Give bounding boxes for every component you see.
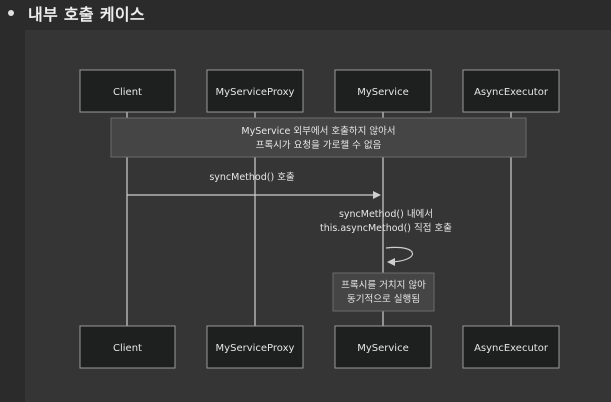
participant-box-myserviceproxy-top[interactable]: MyServiceProxy [206, 69, 304, 113]
note-bottom-line-2: 동기적으로 실행됨 [347, 293, 420, 305]
participant-box-myservice-bottom[interactable]: MyService [334, 325, 432, 369]
message-self-call-label-line-1: syncMethod() 내에서 [339, 209, 433, 220]
participant-label: MyService [357, 343, 409, 354]
participant-box-asyncexecutor-bottom[interactable]: AsyncExecutor [462, 325, 560, 369]
participant-box-client-bottom[interactable]: Client [79, 325, 176, 369]
participant-box-myservice-top[interactable]: MyService [334, 69, 432, 113]
note-bottom-line-1: 프록시를 거치지 않아 [341, 279, 426, 291]
participant-label: Client [113, 87, 142, 98]
participant-label: MyServiceProxy [216, 343, 295, 354]
note-bottom: 프록시를 거치지 않아 동기적으로 실행됨 [332, 272, 435, 312]
participant-label: AsyncExecutor [474, 87, 549, 98]
message-sync-call-label: syncMethod() 호출 [209, 172, 295, 183]
participant-label: AsyncExecutor [474, 343, 549, 354]
sequence-diagram: Client MyServiceProxy MyService AsyncExe… [79, 69, 560, 369]
participant-label: MyServiceProxy [216, 87, 295, 98]
note-top: MyService 외부에서 호출하지 않아서 프록시가 요청을 가로챌 수 없… [110, 117, 527, 158]
participant-box-asyncexecutor-top[interactable]: AsyncExecutor [462, 69, 560, 113]
participant-label: MyService [357, 87, 409, 98]
participant-box-myserviceproxy-bottom[interactable]: MyServiceProxy [206, 325, 304, 369]
note-top-line-1: MyService 외부에서 호출하지 않아서 [241, 125, 395, 137]
participant-label: Client [113, 343, 142, 354]
note-top-line-2: 프록시가 요청을 가로챌 수 없음 [256, 139, 382, 151]
message-self-call-arrow [385, 246, 414, 266]
page: 내부 호출 케이스 Client MyServiceProxy MyServic… [0, 0, 611, 402]
participant-box-client-top[interactable]: Client [79, 69, 176, 113]
message-self-call-label-line-2: this.asyncMethod() 직접 호출 [320, 222, 452, 234]
